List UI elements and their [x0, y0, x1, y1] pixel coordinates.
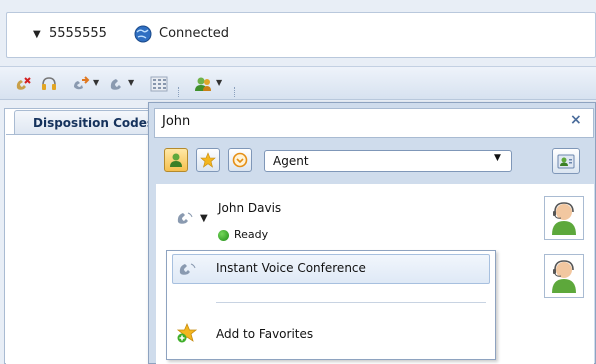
recent-clock-icon	[232, 152, 248, 168]
directory-icon[interactable]	[194, 76, 212, 92]
avatar	[544, 196, 584, 240]
menu-item-label[interactable]: Instant Voice Conference	[216, 261, 366, 275]
filter-recent-button[interactable]	[228, 148, 252, 172]
phone-call-icon[interactable]	[108, 76, 126, 92]
toolbar-separator	[178, 87, 182, 97]
forward-dropdown-caret-icon[interactable]: ▼	[93, 78, 99, 87]
contact-card-icon	[557, 154, 575, 169]
directory-dropdown-caret-icon[interactable]: ▼	[216, 78, 222, 87]
connection-status: Connected	[159, 26, 230, 41]
menu-item-label[interactable]: Add to Favorites	[216, 327, 313, 341]
toolbar: ▼ ▼ ▼	[0, 66, 596, 100]
chevron-down-icon[interactable]: ▼	[494, 153, 501, 163]
agent-icon	[170, 153, 182, 167]
dialpad-icon[interactable]	[150, 76, 168, 92]
contact-status: Ready	[234, 228, 269, 241]
contact-card-button[interactable]	[552, 148, 580, 174]
avatar	[544, 254, 584, 298]
directory-search-value[interactable]: John	[162, 114, 190, 129]
connection-globe-icon	[134, 25, 152, 43]
forward-call-icon[interactable]	[72, 76, 90, 92]
phone-number[interactable]: 5555555	[49, 26, 107, 41]
tab-disposition-codes[interactable]: Disposition Codes	[14, 110, 164, 134]
star-add-icon	[176, 322, 198, 343]
ready-status-dot	[218, 230, 229, 241]
toolbar-separator	[234, 87, 238, 97]
contact-name: John Davis	[218, 201, 282, 215]
agent-headset-avatar-icon	[552, 260, 576, 293]
filter-agents-button[interactable]	[164, 148, 188, 172]
status-bar: ▼ 5555555 Connected	[6, 12, 596, 58]
close-icon[interactable]: ×	[570, 112, 582, 128]
filter-favorites-button[interactable]	[196, 148, 220, 172]
directory-search-input[interactable]	[154, 108, 594, 138]
transfer-off-icon[interactable]	[14, 76, 32, 92]
agent-headset-avatar-icon	[552, 202, 576, 235]
call-dropdown-caret-icon[interactable]: ▼	[128, 78, 134, 87]
star-icon	[200, 152, 216, 168]
menu-divider	[216, 302, 486, 303]
number-dropdown-caret-icon[interactable]: ▼	[33, 29, 41, 40]
contact-actions-caret-icon[interactable]: ▼	[200, 213, 208, 224]
headset-icon[interactable]	[40, 76, 58, 92]
phone-icon[interactable]	[176, 211, 194, 225]
phone-icon	[179, 263, 196, 275]
filter-type-select[interactable]: Agent	[264, 150, 512, 172]
